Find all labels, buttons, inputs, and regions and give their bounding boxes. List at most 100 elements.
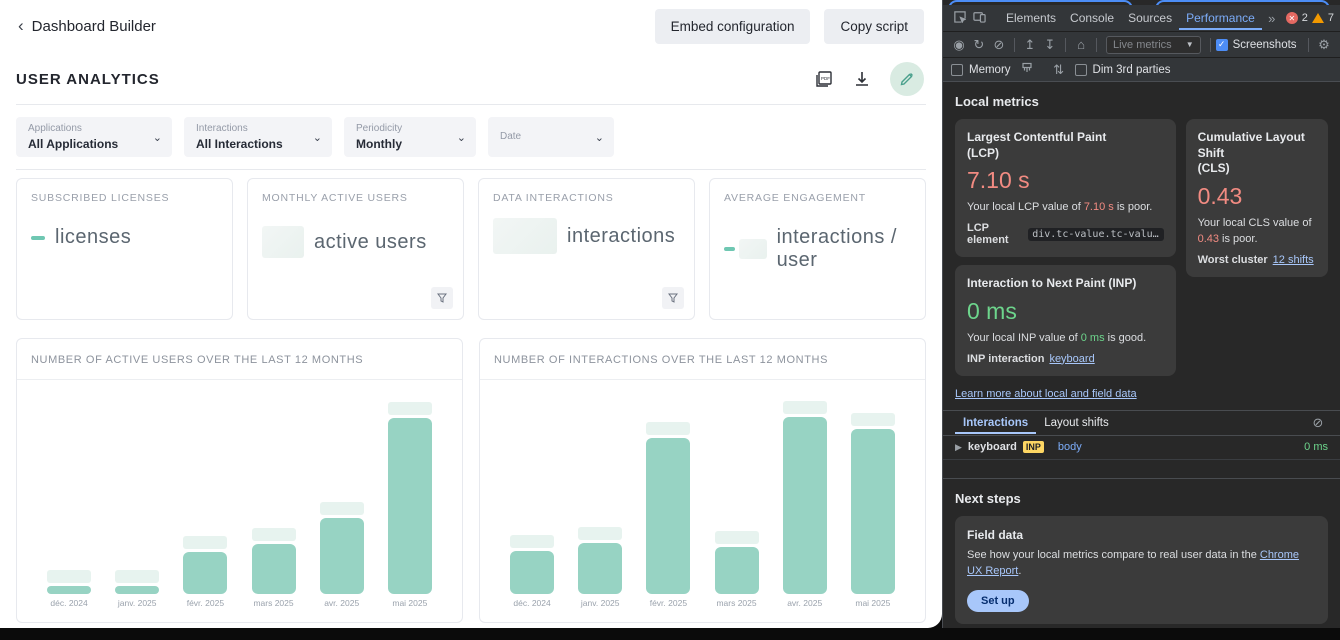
bar[interactable] bbox=[578, 543, 622, 594]
bar-hover-cap bbox=[115, 570, 159, 583]
reload-record-icon[interactable]: ↻ bbox=[969, 37, 989, 53]
kpi-filter-button[interactable] bbox=[431, 287, 453, 309]
tab-layout-shifts[interactable]: Layout shifts bbox=[1036, 412, 1117, 434]
bar[interactable] bbox=[510, 551, 554, 594]
kpi-monthly-active-users: MONTHLY ACTIVE USERS active users bbox=[247, 178, 464, 320]
tab-interactions[interactable]: Interactions bbox=[955, 412, 1036, 434]
back-chevron-icon: ‹ bbox=[18, 16, 24, 36]
issues-badges[interactable]: ✕ 2 7 bbox=[1286, 12, 1334, 24]
tab-performance[interactable]: Performance bbox=[1179, 6, 1262, 30]
screenshots-checkbox[interactable]: ✓ bbox=[1216, 39, 1228, 51]
dim-3rd-parties-checkbox[interactable] bbox=[1075, 64, 1087, 76]
kpi-data-interactions: DATA INTERACTIONS interactions bbox=[478, 178, 695, 320]
download-icon[interactable] bbox=[852, 69, 872, 89]
capture-settings-gear-icon[interactable]: ⚙ bbox=[1314, 37, 1334, 53]
bar[interactable] bbox=[183, 552, 227, 594]
kpi-title: MONTHLY ACTIVE USERS bbox=[262, 192, 449, 204]
bar-column[interactable] bbox=[43, 570, 95, 594]
copy-script-button[interactable]: Copy script bbox=[824, 9, 924, 44]
x-axis-labels: déc. 2024janv. 2025févr. 2025mars 2025av… bbox=[498, 598, 907, 608]
more-tabs-icon[interactable]: » bbox=[1262, 11, 1282, 26]
bar-column[interactable] bbox=[248, 528, 300, 594]
collapse-panel-icon[interactable]: ⇅ bbox=[1049, 62, 1069, 78]
home-icon[interactable]: ⌂ bbox=[1071, 37, 1091, 52]
cls-desc: Your local CLS value of bbox=[1198, 217, 1312, 229]
bar-column[interactable] bbox=[779, 401, 831, 594]
bar-column[interactable] bbox=[179, 536, 231, 594]
clear-log-icon[interactable]: ⊘ bbox=[1308, 415, 1328, 431]
lcp-title: Largest Contentful Paint bbox=[967, 130, 1106, 144]
back-link[interactable]: ‹ Dashboard Builder bbox=[18, 16, 156, 36]
tab-sources[interactable]: Sources bbox=[1121, 6, 1179, 30]
bar[interactable] bbox=[646, 438, 690, 594]
export-pdf-icon[interactable]: PDF bbox=[814, 69, 834, 89]
set-up-button[interactable]: Set up bbox=[967, 590, 1029, 612]
garbage-collect-icon[interactable] bbox=[1017, 62, 1037, 77]
bar-column[interactable] bbox=[111, 570, 163, 594]
inspect-icon[interactable] bbox=[949, 10, 969, 26]
chart-title: NUMBER OF ACTIVE USERS OVER THE LAST 12 … bbox=[31, 354, 363, 366]
kpi-title: SUBSCRIBED LICENSES bbox=[31, 192, 218, 204]
bar[interactable] bbox=[115, 586, 159, 594]
bar-hover-cap bbox=[851, 413, 895, 426]
x-axis-tick-label: mars 2025 bbox=[711, 598, 763, 608]
bar-hover-cap bbox=[715, 531, 759, 544]
bar-column[interactable] bbox=[711, 531, 763, 594]
bar[interactable] bbox=[715, 547, 759, 594]
bar-column[interactable] bbox=[506, 535, 558, 594]
bar[interactable] bbox=[388, 418, 432, 594]
bar-column[interactable] bbox=[574, 527, 626, 594]
memory-checkbox[interactable] bbox=[951, 64, 963, 76]
record-icon[interactable]: ◉ bbox=[949, 37, 969, 53]
upload-profile-icon[interactable]: ↥ bbox=[1020, 37, 1040, 53]
lcp-desc-value: 7.10 s bbox=[1084, 201, 1114, 213]
tab-console[interactable]: Console bbox=[1063, 6, 1121, 30]
bar[interactable] bbox=[851, 429, 895, 594]
kpi-value-label: interactions bbox=[567, 225, 675, 248]
filter-date[interactable]: Date ⌄ bbox=[488, 117, 614, 157]
error-count: 2 bbox=[1302, 12, 1308, 24]
expand-triangle-icon[interactable]: ▶ bbox=[955, 442, 962, 453]
inp-title: Interaction to Next Paint (INP) bbox=[967, 276, 1164, 292]
kpi-filter-button[interactable] bbox=[662, 287, 684, 309]
lcp-element-chip[interactable]: div.tc-value.tc-value--w… bbox=[1028, 228, 1163, 241]
interaction-target-link[interactable]: body bbox=[1058, 441, 1082, 453]
learn-more-link[interactable]: Learn more about local and field data bbox=[955, 388, 1137, 400]
bar-column[interactable] bbox=[847, 413, 899, 594]
bar[interactable] bbox=[47, 586, 91, 594]
filter-interactions[interactable]: Interactions All Interactions ⌄ bbox=[184, 117, 332, 157]
edit-dashboard-button[interactable] bbox=[890, 62, 924, 96]
interaction-log-row[interactable]: ▶ keyboard INP body 0 ms bbox=[943, 436, 1340, 460]
bar-column[interactable] bbox=[316, 502, 368, 594]
history-select[interactable]: Live metrics ▼ bbox=[1106, 36, 1201, 54]
chevron-down-icon: ⌄ bbox=[313, 131, 322, 144]
cls-desc-suffix: is poor. bbox=[1219, 233, 1258, 245]
interaction-duration: 0 ms bbox=[1304, 441, 1328, 453]
bar[interactable] bbox=[783, 417, 827, 594]
bar-hover-cap bbox=[578, 527, 622, 540]
device-toolbar-icon[interactable] bbox=[969, 10, 989, 26]
bar-column[interactable] bbox=[384, 402, 436, 594]
clear-icon[interactable]: ⊘ bbox=[989, 37, 1009, 53]
tab-elements[interactable]: Elements bbox=[999, 6, 1063, 30]
bar[interactable] bbox=[320, 518, 364, 594]
bar[interactable] bbox=[252, 544, 296, 594]
bar-chart-plot bbox=[498, 384, 907, 594]
bar-chart-plot bbox=[35, 384, 444, 594]
bar-column[interactable] bbox=[642, 422, 694, 594]
embed-configuration-button[interactable]: Embed configuration bbox=[655, 9, 811, 44]
save-profile-icon[interactable]: ↧ bbox=[1040, 37, 1060, 53]
kpi-subscribed-licenses: SUBSCRIBED LICENSES licenses bbox=[16, 178, 233, 320]
filter-applications[interactable]: Applications All Applications ⌄ bbox=[16, 117, 172, 157]
cls-cluster-link[interactable]: 12 shifts bbox=[1273, 254, 1314, 266]
inp-interaction-link[interactable]: keyboard bbox=[1049, 353, 1094, 365]
filter-periodicity[interactable]: Periodicity Monthly ⌄ bbox=[344, 117, 476, 157]
divider bbox=[943, 478, 1340, 479]
memory-label: Memory bbox=[969, 64, 1011, 76]
cls-card: Cumulative Layout Shift (CLS) 0.43 Your … bbox=[1186, 119, 1328, 277]
inp-desc: Your local INP value of bbox=[967, 332, 1081, 344]
inp-badge: INP bbox=[1023, 441, 1044, 453]
inp-card: Interaction to Next Paint (INP) 0 ms You… bbox=[955, 265, 1176, 376]
next-steps-heading: Next steps bbox=[955, 491, 1328, 506]
svg-text:PDF: PDF bbox=[821, 76, 830, 81]
